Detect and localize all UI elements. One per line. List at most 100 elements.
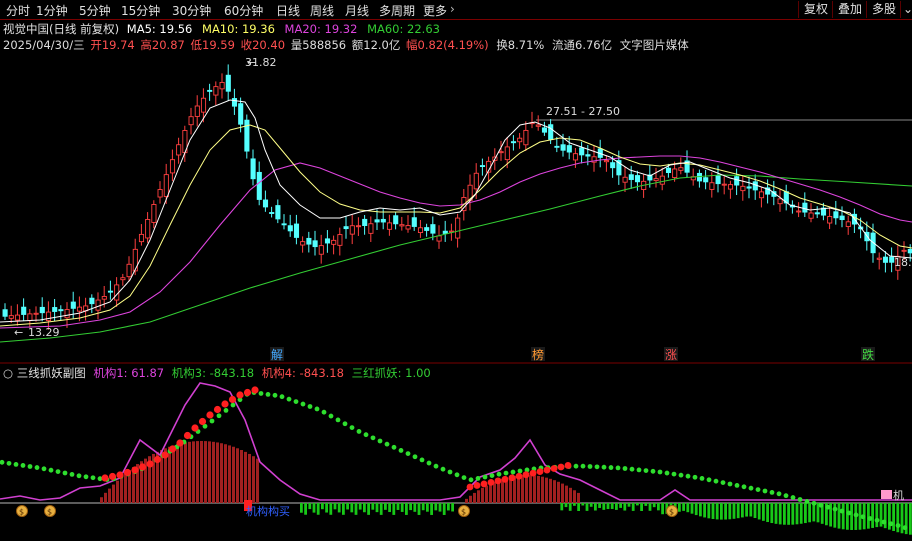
- indicator-jg3-dot: [685, 473, 691, 479]
- candle-body: [827, 216, 833, 224]
- indicator-bar-negative: [560, 503, 564, 511]
- indicator-bar-positive: [232, 446, 235, 503]
- candle-body: [300, 241, 306, 246]
- indicator-bar-negative: [337, 503, 341, 513]
- candle-body: [436, 235, 442, 242]
- indicator-jg4-dot: [176, 439, 184, 447]
- candle-body: [145, 219, 151, 239]
- event-tag-bang[interactable]: 榜: [532, 347, 544, 362]
- candle-body: [238, 103, 244, 125]
- candle-body: [76, 306, 83, 312]
- low-price-label: ←: [14, 326, 23, 339]
- jg3-value: 机构3: -843.18: [171, 366, 255, 380]
- indicator-jg4-dot: [550, 465, 558, 472]
- indicator-jg3-dot: [426, 460, 432, 466]
- indicator-bar-negative: [333, 503, 337, 510]
- indicator-jg4-dot: [236, 391, 244, 399]
- candle-body: [653, 178, 659, 182]
- indicator-jg4-dot: [168, 445, 177, 453]
- indicator-bar-negative: [447, 503, 450, 511]
- shz-value: 三红抓妖: 1.00: [351, 366, 431, 380]
- indicator-jg4-dot: [251, 386, 259, 394]
- candle-body: [157, 189, 163, 198]
- indicator-bar-positive: [176, 444, 179, 503]
- indicator-bar-negative: [371, 503, 375, 510]
- indicator-jg3-dot: [272, 392, 278, 398]
- money-bag-symbol: $: [19, 508, 24, 517]
- kline-chart[interactable]: $$$$ ← 31.82 ← 13.29 27.51 - 27.50 18.5 …: [0, 0, 912, 541]
- event-tag-zhang[interactable]: 涨: [665, 347, 677, 362]
- candle-body: [318, 245, 324, 255]
- candle-body: [8, 315, 14, 319]
- indicator-jg3-dot: [55, 469, 61, 474]
- indicator-jg3-dot: [643, 468, 649, 473]
- indicator-bar-negative: [623, 503, 627, 511]
- indicator-bar-negative: [703, 503, 706, 518]
- candle-body: [715, 175, 721, 185]
- settings-icon[interactable]: ○: [3, 366, 13, 380]
- indicator-jg4-dot: [108, 472, 117, 481]
- candle-body: [572, 153, 579, 161]
- candle-body: [579, 147, 585, 156]
- indicator-bar-positive: [252, 456, 255, 503]
- indicator-jg3-dot: [447, 469, 453, 475]
- indicator-jg3-dot: [496, 471, 502, 477]
- indicator-jg4-dot: [508, 474, 516, 482]
- high-price-value: 31.82: [245, 56, 277, 69]
- indicator-jg4-dot: [494, 477, 502, 485]
- indicator-jg3-dot: [503, 470, 509, 476]
- candle-body: [33, 312, 39, 315]
- indicator-bar-negative: [342, 503, 345, 515]
- indicator-jg3-dot: [384, 441, 390, 447]
- indicator-bar-negative: [690, 503, 694, 514]
- indicator-jg4-dot: [228, 395, 237, 404]
- indicator-bar-negative: [417, 503, 421, 515]
- indicator-jg4-dot: [101, 474, 109, 482]
- indicator-bar-negative: [678, 503, 681, 512]
- candle-body: [802, 202, 808, 213]
- candle-body: [2, 309, 8, 317]
- indicator-jg3-dot: [83, 474, 89, 480]
- indicator-name[interactable]: 三线抓妖副图: [17, 366, 86, 380]
- indicator-bar-negative: [707, 503, 711, 519]
- indicator-jg3-dot: [671, 471, 677, 477]
- event-tag-die[interactable]: 跌: [862, 347, 874, 362]
- indicator-bar-negative: [715, 503, 719, 520]
- indicator-bar-negative: [661, 503, 664, 515]
- indicator-jg3-dot: [230, 402, 236, 408]
- indicator-bar-negative: [308, 503, 312, 510]
- indicator-bar-negative: [841, 503, 845, 530]
- indicator-bar-negative: [631, 503, 635, 511]
- indicator-bar-negative: [300, 503, 303, 513]
- candle-body: [287, 225, 293, 232]
- candle-body: [293, 223, 300, 238]
- indicator-bar-negative: [321, 503, 324, 510]
- indicator-jg3-dot: [776, 491, 782, 497]
- indicator-bar-positive: [485, 485, 488, 503]
- indicator-jg3-dot: [468, 477, 474, 483]
- indicator-jg4-dot: [138, 463, 147, 471]
- candle-body: [324, 238, 331, 244]
- indicator-bar-positive: [477, 490, 480, 503]
- indicator-jg3-dot: [678, 472, 684, 478]
- indicator-bar-negative: [909, 503, 912, 535]
- candle-body: [275, 205, 281, 220]
- indicator-jg3-dot: [76, 473, 82, 479]
- ma5-line: [0, 99, 912, 323]
- indicator-bar-negative: [426, 503, 429, 512]
- indicator-bar-positive: [541, 476, 544, 503]
- indicator-jg3-dot: [454, 472, 460, 478]
- candle-body: [374, 219, 380, 223]
- indicator-bar-negative: [892, 503, 895, 531]
- candle-body: [349, 225, 355, 235]
- event-tag-jie[interactable]: 解: [271, 348, 283, 362]
- indicator-bar-positive: [188, 441, 191, 503]
- indicator-bar-positive: [533, 475, 536, 503]
- candle-body: [548, 124, 554, 140]
- indicator-bar-negative: [312, 503, 316, 513]
- indicator-jg3-dot: [755, 487, 761, 492]
- candle-body: [603, 160, 610, 163]
- candle-body: [808, 212, 814, 219]
- money-bag-symbol: $: [461, 508, 466, 517]
- candle-body: [45, 311, 52, 322]
